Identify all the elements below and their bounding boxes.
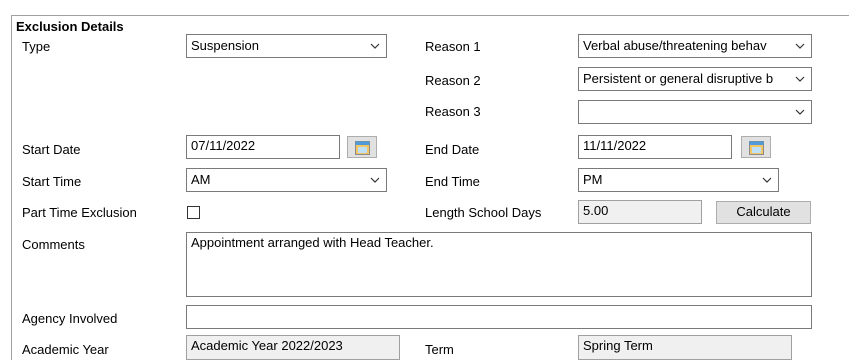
end-date-input[interactable]: 11/11/2022 xyxy=(578,135,732,159)
start-time-value: AM xyxy=(191,172,211,187)
chevron-down-icon xyxy=(370,43,380,49)
type-label: Type xyxy=(22,39,51,54)
reason1-label: Reason 1 xyxy=(425,39,481,54)
comments-label: Comments xyxy=(22,237,85,252)
length-label: Length School Days xyxy=(425,205,542,220)
chevron-down-icon xyxy=(795,109,805,115)
reason2-value: Persistent or general disruptive b xyxy=(583,71,774,86)
term-field: Spring Term xyxy=(578,335,792,360)
end-time-label: End Time xyxy=(425,174,480,189)
term-label: Term xyxy=(425,342,454,357)
end-time-value: PM xyxy=(583,172,603,187)
start-date-calendar-button[interactable] xyxy=(347,136,377,158)
calendar-icon xyxy=(355,141,370,155)
calendar-icon xyxy=(749,141,764,155)
part-time-checkbox[interactable] xyxy=(187,206,200,219)
chevron-down-icon xyxy=(762,177,772,183)
length-school-days-field: 5.00 xyxy=(578,200,702,224)
reason1-value: Verbal abuse/threatening behav xyxy=(583,38,767,53)
end-time-select[interactable]: PM xyxy=(578,168,779,192)
agency-label: Agency Involved xyxy=(22,311,118,326)
chevron-down-icon xyxy=(795,76,805,82)
type-value: Suspension xyxy=(191,38,259,53)
start-time-label: Start Time xyxy=(22,174,82,189)
comments-textarea[interactable]: Appointment arranged with Head Teacher. xyxy=(186,232,812,297)
start-date-label: Start Date xyxy=(22,142,81,157)
start-time-select[interactable]: AM xyxy=(186,168,387,192)
academic-year-field: Academic Year 2022/2023 xyxy=(186,335,400,360)
end-date-calendar-button[interactable] xyxy=(741,136,771,158)
part-time-label: Part Time Exclusion xyxy=(22,205,137,220)
start-date-input[interactable]: 07/11/2022 xyxy=(186,135,340,159)
type-select[interactable]: Suspension xyxy=(186,34,387,58)
calculate-button[interactable]: Calculate xyxy=(716,201,811,224)
academic-year-label: Academic Year xyxy=(22,342,109,357)
reason2-label: Reason 2 xyxy=(425,73,481,88)
agency-involved-input[interactable] xyxy=(186,305,812,329)
chevron-down-icon xyxy=(795,43,805,49)
reason1-select[interactable]: Verbal abuse/threatening behav xyxy=(578,34,812,58)
reason3-select[interactable] xyxy=(578,100,812,124)
section-title: Exclusion Details xyxy=(16,19,124,34)
reason2-select[interactable]: Persistent or general disruptive b xyxy=(578,67,812,91)
chevron-down-icon xyxy=(370,177,380,183)
reason3-label: Reason 3 xyxy=(425,104,481,119)
end-date-label: End Date xyxy=(425,142,480,157)
